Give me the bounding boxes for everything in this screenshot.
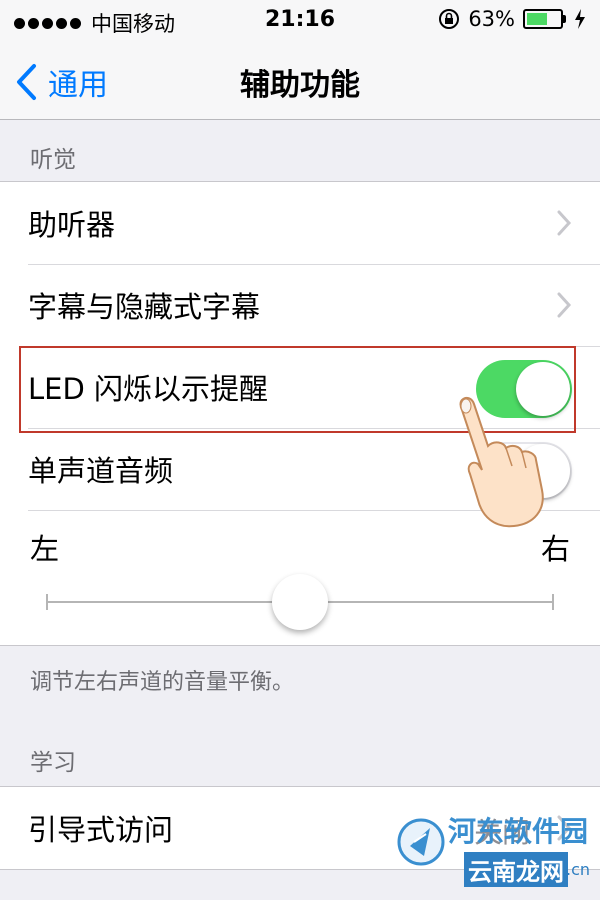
watermark: 河东软件园 云南龙网 .cn: [396, 808, 596, 894]
slider-tick-right: [552, 594, 554, 610]
navigation-bar: 通用 辅助功能: [0, 40, 600, 120]
chevron-right-icon: [557, 210, 572, 236]
status-bar: 中国移动 21:16 63%: [0, 0, 600, 40]
watermark-text-bottom: 云南龙网: [464, 852, 568, 887]
balance-slider-row: 左 右: [0, 510, 600, 645]
watermark-text-top: 河东软件园: [448, 815, 589, 848]
row-label: 单声道音频: [28, 454, 174, 488]
battery-percent: 63%: [468, 7, 515, 31]
balance-slider-knob[interactable]: [272, 574, 328, 630]
balance-footer-text: 调节左右声道的音量平衡。: [30, 670, 295, 695]
balance-left-label: 左: [30, 532, 60, 566]
balance-right-label: 右: [540, 532, 570, 566]
chevron-right-icon: [557, 292, 572, 318]
rotation-lock-icon: [439, 9, 460, 29]
section-header-hearing: 听觉: [30, 147, 76, 173]
row-label: 引导式访问: [28, 813, 174, 847]
hearing-aids-row[interactable]: 助听器: [0, 182, 600, 264]
charging-icon: [575, 9, 585, 29]
slider-tick-left: [46, 594, 48, 610]
watermark-logo-icon: [397, 818, 445, 866]
row-label: 字幕与隐藏式字幕: [28, 290, 261, 324]
page-title: 辅助功能: [240, 68, 360, 103]
subtitles-captioning-row[interactable]: 字幕与隐藏式字幕: [0, 264, 600, 346]
battery-icon: [523, 9, 566, 29]
section-header-learning: 学习: [30, 750, 76, 776]
battery-level: [527, 13, 548, 25]
watermark-suffix: .cn: [566, 860, 591, 879]
status-right: 63%: [438, 7, 586, 31]
pointing-hand-icon: [459, 396, 544, 528]
row-label: 助听器: [28, 208, 116, 242]
